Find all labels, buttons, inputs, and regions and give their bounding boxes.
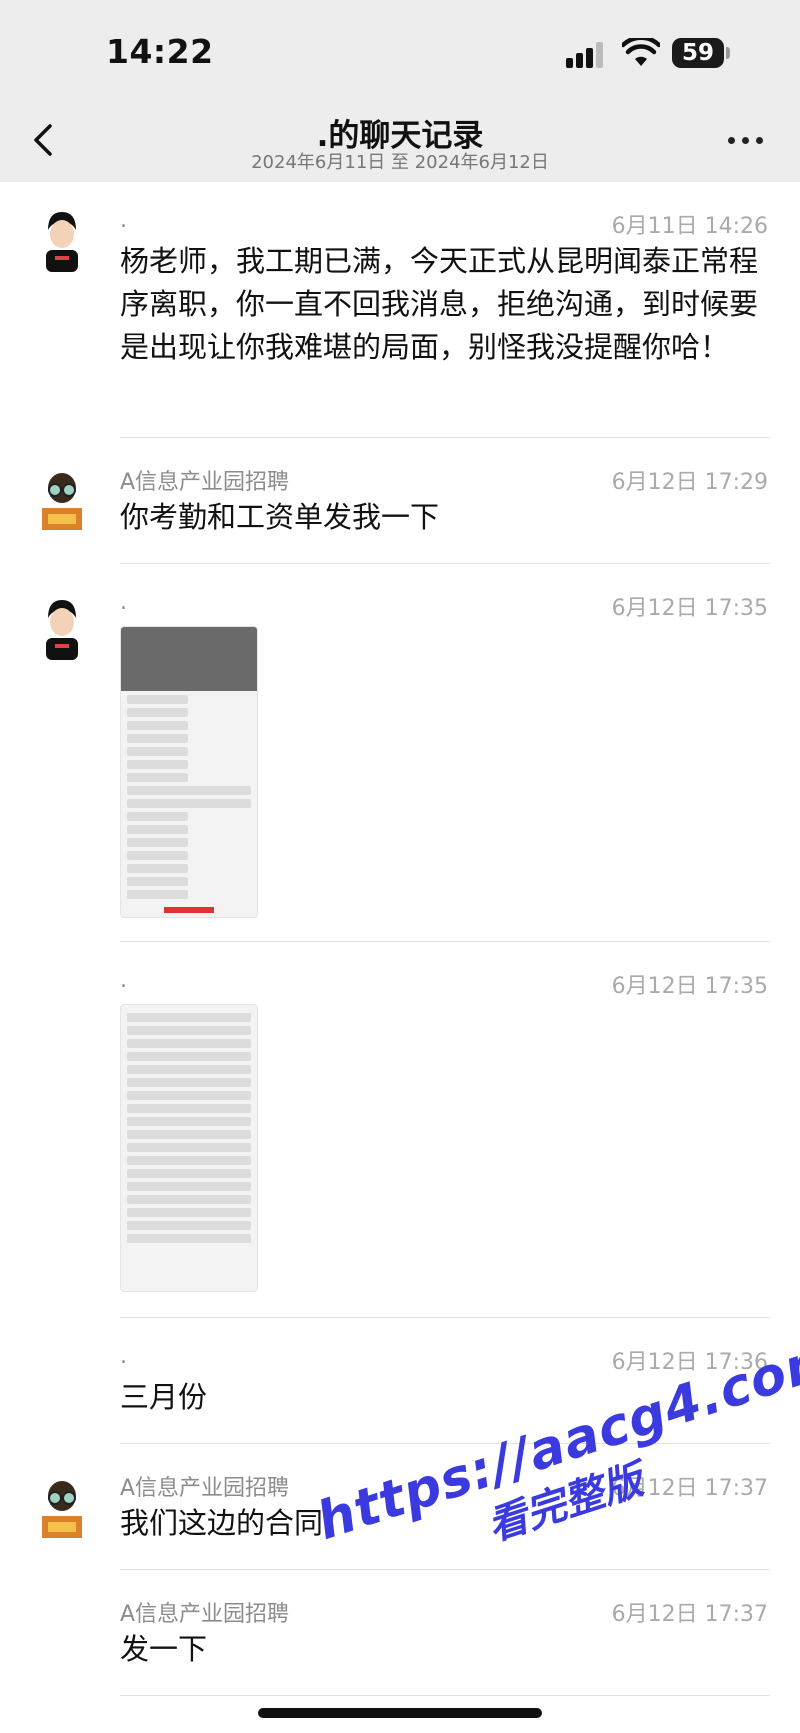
wifi-icon bbox=[622, 38, 660, 66]
avatar[interactable] bbox=[28, 1472, 96, 1540]
sender-name: . bbox=[120, 968, 127, 993]
sender-name: . bbox=[120, 590, 127, 615]
message-item[interactable]: A信息产业园招聘 6月12日 17:37 发一下 bbox=[0, 1570, 800, 1696]
message-item[interactable]: A信息产业园招聘 6月12日 17:29 你考勤和工资单发我一下 bbox=[0, 438, 800, 564]
message-text: 杨老师，我工期已满，今天正式从昆明闻泰正常程序离职，你一直不回我消息，拒绝沟通，… bbox=[120, 244, 759, 364]
message-time: 6月12日 17:36 bbox=[611, 1350, 768, 1375]
sender-name: A信息产业园招聘 bbox=[120, 1476, 290, 1501]
attendance-screenshot-image[interactable] bbox=[120, 626, 258, 918]
sender-name: . bbox=[120, 1344, 127, 1369]
message-item[interactable]: A信息产业园招聘 6月12日 17:37 我们这边的合同 bbox=[0, 1444, 800, 1570]
message-time: 6月12日 17:37 bbox=[611, 1476, 768, 1501]
battery-icon: 59 bbox=[672, 38, 730, 68]
sender-name: A信息产业园招聘 bbox=[120, 1602, 290, 1627]
more-dots-icon[interactable] bbox=[724, 125, 768, 155]
signal-icon bbox=[566, 42, 606, 68]
message-text: 发一下 bbox=[120, 1632, 208, 1666]
message-time: 6月11日 14:26 bbox=[611, 214, 768, 239]
avatar[interactable] bbox=[28, 592, 96, 660]
message-item[interactable]: . 6月12日 17:35 bbox=[0, 564, 800, 942]
message-item[interactable]: . 6月12日 17:36 三月份 bbox=[0, 1318, 800, 1444]
home-indicator[interactable] bbox=[258, 1708, 542, 1718]
avatar[interactable] bbox=[28, 464, 96, 532]
nav-bar: .的聊天记录 2024年6月11日 至 2024年6月12日 bbox=[0, 100, 800, 182]
message-item[interactable]: . 6月12日 17:35 bbox=[0, 942, 800, 1318]
message-time: 6月12日 17:35 bbox=[611, 596, 768, 621]
message-text: 三月份 bbox=[120, 1380, 208, 1414]
message-text: 你考勤和工资单发我一下 bbox=[120, 500, 440, 534]
status-time: 14:22 bbox=[106, 32, 214, 71]
message-time: 6月12日 17:35 bbox=[611, 974, 768, 999]
sender-name: A信息产业园招聘 bbox=[120, 470, 290, 495]
payslip-screenshot-image[interactable] bbox=[120, 1004, 258, 1292]
date-range: 2024年6月11日 至 2024年6月12日 bbox=[251, 152, 549, 173]
status-bar: 14:22 59 bbox=[0, 0, 800, 100]
avatar[interactable] bbox=[28, 204, 96, 272]
message-item[interactable]: . 6月11日 14:26 杨老师，我工期已满，今天正式从昆明闻泰正常程序离职，… bbox=[0, 182, 800, 438]
message-time: 6月12日 17:29 bbox=[611, 470, 768, 495]
divider bbox=[120, 1695, 770, 1696]
message-text: 我们这边的合同 bbox=[120, 1506, 324, 1540]
message-time: 6月12日 17:37 bbox=[611, 1602, 768, 1627]
sender-name: . bbox=[120, 208, 127, 233]
